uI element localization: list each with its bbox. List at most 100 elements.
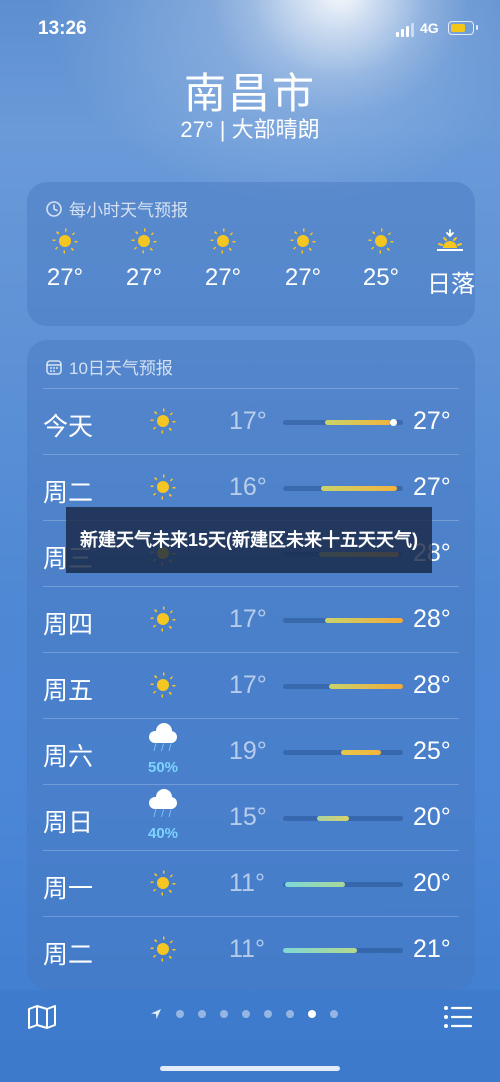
forecast-row[interactable]: 今天 17° 27° [43,388,459,455]
sun-icon [143,665,183,709]
forecast-row[interactable]: 周六 / / /50% 19° 25° [43,718,459,785]
temp-range-bar [283,816,403,821]
high-temp: 28° [413,605,451,633]
clock-icon [46,200,62,217]
hourly-forecast-header: 每小时天气预报 [45,196,188,221]
city-list-icon[interactable] [443,1004,473,1030]
hourly-temp: 27° [204,264,242,291]
sun-icon [290,228,316,254]
high-temp: 20° [413,803,451,831]
forecast-row[interactable]: 周日 / / /40% 15° 20° [43,784,459,851]
temp-range-fill [325,420,391,425]
sun-icon [143,929,183,973]
page-dot[interactable] [264,1010,272,1018]
forecast-day: 周二 [43,941,94,969]
calendar-icon [46,359,62,375]
battery-icon [448,21,478,35]
forecast-day: 今天 [43,413,94,441]
map-icon[interactable] [27,1004,57,1030]
temp-range-bar [283,419,403,426]
low-temp: 19° [229,737,267,765]
sun-icon [52,228,78,254]
ten-day-title: 10日天气预报 [69,359,173,378]
temp-range-fill [283,948,358,953]
temp-range-bar [283,948,403,953]
article-title-overlay: 新建天气未来15天(新建区未来十五天天气) [66,507,432,573]
sun-icon [131,228,157,254]
forecast-row[interactable]: 周一 11° 20° [43,850,459,917]
high-temp: 27° [413,407,451,435]
hourly-temp: 日落 [427,271,475,298]
temp-range-bar [283,882,403,887]
page-dot[interactable] [220,1010,228,1018]
temp-range-fill [285,882,346,887]
low-temp: 15° [229,803,267,831]
hourly-item: 日落 [427,228,475,299]
ten-day-header: 10日天气预报 [45,354,173,379]
low-temp: 11° [229,869,265,897]
precip-chance: 40% [147,825,179,842]
page-dot[interactable] [242,1010,250,1018]
low-temp: 17° [229,671,267,699]
high-temp: 20° [413,869,451,897]
low-temp: 17° [229,605,267,633]
hourly-forecast-title: 每小时天气预报 [69,201,188,220]
low-temp: 16° [229,473,267,501]
temp-range-fill [325,618,403,623]
signal-icon [396,23,414,37]
forecast-row[interactable]: 周二 11° 21° [43,916,459,983]
hourly-item: 25° [345,228,417,292]
forecast-row[interactable]: 周五 17° 28° [43,652,459,719]
forecast-day: 周四 [43,611,94,639]
hourly-item: 27° [29,228,101,292]
hourly-forecast-card[interactable]: 每小时天气预报 27° 27° 27° 27° 25° 日落 [27,182,475,326]
low-temp: 11° [229,935,265,963]
current-temp-dot [390,419,398,426]
temp-range-fill [321,486,397,491]
page-dot[interactable] [286,1010,294,1018]
sun-icon [143,401,183,445]
high-temp: 25° [413,737,451,765]
high-temp: 28° [413,671,451,699]
temp-range-bar [283,618,403,623]
status-time: 13:26 [38,18,87,39]
page-dot[interactable] [308,1010,316,1018]
sunset-icon [437,229,463,251]
hourly-item: 27° [187,228,259,292]
temp-range-bar [283,486,403,491]
hourly-item: 27° [108,228,180,292]
forecast-day: 周日 [43,809,94,837]
sun-icon [210,228,236,254]
home-indicator [160,1066,340,1071]
forecast-day: 周五 [43,677,94,705]
network-label: 4G [420,20,439,36]
sun-icon [368,228,394,254]
hourly-temp: 27° [46,264,84,291]
forecast-row[interactable]: 周四 17° 28° [43,586,459,653]
temp-range-fill [340,750,382,755]
location-arrow-icon [151,1009,161,1019]
page-dot[interactable] [330,1010,338,1018]
weather-summary: 27° | 大部晴朗 [180,117,320,142]
sun-icon [143,599,183,643]
temp-range-bar [283,684,403,689]
high-temp: 21° [413,935,451,963]
hourly-temp: 27° [125,264,163,291]
overlay-title: 新建天气未来15天(新建区未来十五天天气) [79,529,418,550]
page-dot[interactable] [176,1010,184,1018]
sun-icon [143,467,183,511]
precip-chance: 50% [147,759,179,776]
forecast-day: 周一 [43,875,94,903]
sun-icon [143,863,183,907]
temp-range-fill [316,816,349,821]
page-dot[interactable] [198,1010,206,1018]
status-bar: 13:26 4G [0,18,500,44]
forecast-day: 周六 [43,743,94,771]
hourly-item: 27° [267,228,339,292]
page-indicator[interactable] [150,1008,338,1020]
low-temp: 17° [229,407,267,435]
hourly-temp: 25° [362,264,400,291]
high-temp: 27° [413,473,451,501]
forecast-day: 周二 [43,479,94,507]
ten-day-forecast-card[interactable]: 10日天气预报 今天17°27°周二16°27°周三28°周四17°28°周五1… [27,340,475,990]
